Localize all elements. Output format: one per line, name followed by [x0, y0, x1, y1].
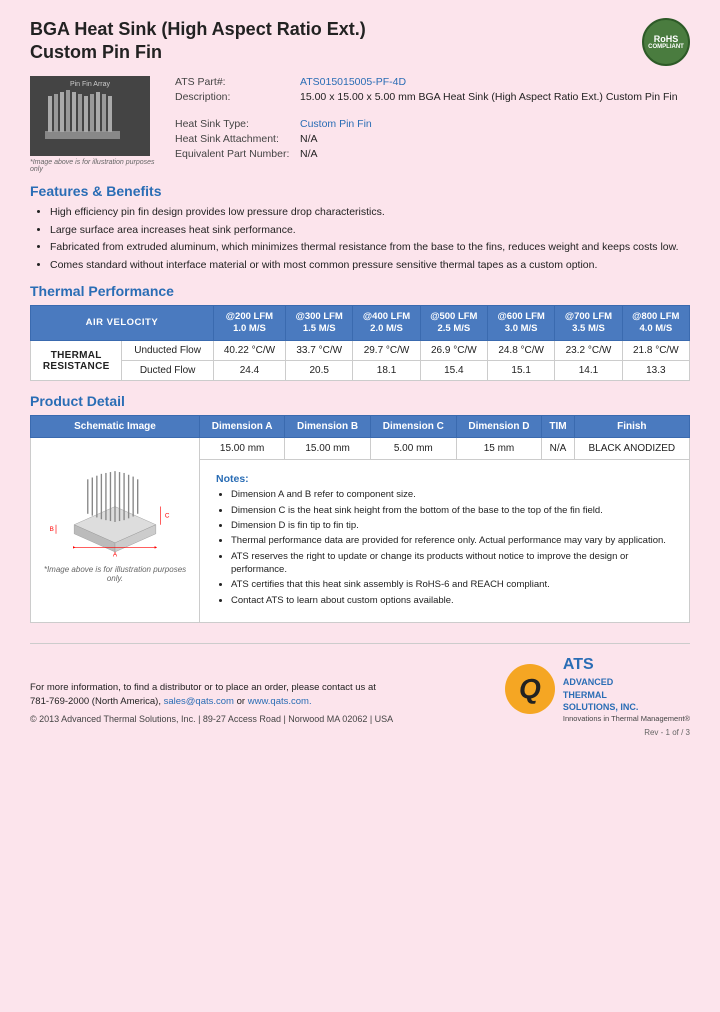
note-1: Dimension A and B refer to component siz…: [231, 488, 673, 501]
part-details: ATS Part#: ATS015015005-PF-4D Descriptio…: [175, 76, 690, 173]
ducted-800: 13.3: [622, 361, 689, 381]
footer-website-link[interactable]: www.qats.com.: [248, 696, 312, 707]
col-300lfm: @300 LFM1.5 M/S: [286, 305, 353, 341]
svg-text:B: B: [50, 526, 54, 533]
equivalent-part-row: Equivalent Part Number: N/A: [175, 148, 690, 160]
unducted-300: 33.7 °C/W: [286, 341, 353, 361]
thermal-performance-title: Thermal Performance: [30, 283, 690, 299]
rohs-badge: RoHS COMPLIANT: [642, 18, 690, 66]
product-detail-title: Product Detail: [30, 393, 690, 409]
ducted-600: 15.1: [488, 361, 555, 381]
unducted-row: THERMALRESISTANCE Unducted Flow 40.22 °C…: [31, 341, 690, 361]
col-600lfm: @600 LFM3.0 M/S: [488, 305, 555, 341]
features-title: Features & Benefits: [30, 183, 690, 199]
note-7: Contact ATS to learn about custom option…: [231, 594, 673, 607]
page-number: Rev - 1 of / 3: [30, 728, 690, 737]
unducted-600: 24.8 °C/W: [488, 341, 555, 361]
ats-logo-circle: Q: [505, 664, 555, 714]
unducted-800: 21.8 °C/W: [622, 341, 689, 361]
page-title: BGA Heat Sink (High Aspect Ratio Ext.) C…: [30, 18, 366, 65]
col-800lfm: @800 LFM4.0 M/S: [622, 305, 689, 341]
feature-item-2: Large surface area increases heat sink p…: [50, 223, 690, 238]
ducted-row: Ducted Flow 24.4 20.5 18.1 15.4 15.1 14.…: [31, 361, 690, 381]
notes-section: Notes: Dimension A and B refer to compon…: [208, 468, 681, 613]
tim-value: N/A: [542, 438, 574, 460]
col-finish: Finish: [574, 416, 689, 438]
notes-list: Dimension A and B refer to component siz…: [216, 488, 673, 606]
unducted-500: 26.9 °C/W: [420, 341, 487, 361]
svg-text:C: C: [165, 513, 170, 520]
col-dim-d: Dimension D: [456, 416, 542, 438]
col-schematic: Schematic Image: [31, 416, 200, 438]
air-velocity-label: AIR VELOCITY: [31, 305, 214, 341]
feature-item-4: Comes standard without interface materia…: [50, 258, 690, 273]
col-dim-b: Dimension B: [285, 416, 371, 438]
footer-email-link[interactable]: sales@qats.com: [164, 696, 234, 707]
footer-copyright: © 2013 Advanced Thermal Solutions, Inc. …: [30, 714, 393, 724]
ducted-400: 18.1: [353, 361, 420, 381]
ats-text-block: ATS ADVANCED THERMAL SOLUTIONS, INC. Inn…: [563, 654, 690, 725]
heatsink-illustration: Pin Fin Array: [30, 76, 150, 156]
note-2: Dimension C is the heat sink height from…: [231, 504, 673, 517]
note-6: ATS certifies that this heat sink assemb…: [231, 578, 673, 591]
ats-logo-area: Q ATS ADVANCED THERMAL SOLUTIONS, INC. I…: [505, 654, 690, 725]
svg-text:Pin Fin Array: Pin Fin Array: [70, 81, 111, 88]
col-dim-a: Dimension A: [200, 416, 285, 438]
feature-item-3: Fabricated from extruded aluminum, which…: [50, 240, 690, 255]
part-number-row: ATS Part#: ATS015015005-PF-4D: [175, 76, 690, 88]
description-row: Description: 15.00 x 15.00 x 5.00 mm BGA…: [175, 91, 690, 103]
unducted-400: 29.7 °C/W: [353, 341, 420, 361]
dim-d-value: 15 mm: [456, 438, 542, 460]
product-detail-data-row: A C B *Image above is for illustration p…: [31, 438, 690, 460]
header-area: BGA Heat Sink (High Aspect Ratio Ext.) C…: [30, 18, 690, 66]
ducted-200: 24.4: [213, 361, 285, 381]
heat-sink-type-row: Heat Sink Type: Custom Pin Fin: [175, 118, 690, 130]
thermal-performance-table: AIR VELOCITY @200 LFM1.0 M/S @300 LFM1.5…: [30, 305, 690, 382]
col-500lfm: @500 LFM2.5 M/S: [420, 305, 487, 341]
dim-b-value: 15.00 mm: [285, 438, 371, 460]
ducted-label: Ducted Flow: [122, 361, 213, 381]
footer-area: For more information, to find a distribu…: [30, 643, 690, 725]
col-700lfm: @700 LFM3.5 M/S: [555, 305, 622, 341]
footer-left: For more information, to find a distribu…: [30, 681, 393, 725]
note-3: Dimension D is fin tip to fin tip.: [231, 519, 673, 532]
product-image: Pin Fin Array: [30, 76, 150, 156]
unducted-label: Unducted Flow: [122, 341, 213, 361]
ducted-500: 15.4: [420, 361, 487, 381]
product-detail-header-row: Schematic Image Dimension A Dimension B …: [31, 416, 690, 438]
footer-contact: For more information, to find a distribu…: [30, 681, 393, 710]
finish-value: BLACK ANODIZED: [574, 438, 689, 460]
schematic-svg: A C B: [40, 443, 190, 561]
product-image-area: Pin Fin Array *Image above is for illust…: [30, 76, 160, 173]
product-detail-table: Schematic Image Dimension A Dimension B …: [30, 415, 690, 622]
part-info-section: Pin Fin Array *Image above is for illust…: [30, 76, 690, 173]
feature-item-1: High efficiency pin fin design provides …: [50, 205, 690, 220]
dim-a-value: 15.00 mm: [200, 438, 285, 460]
ducted-700: 14.1: [555, 361, 622, 381]
thermal-resistance-label: THERMALRESISTANCE: [31, 341, 122, 381]
schematic-image-cell: A C B *Image above is for illustration p…: [31, 438, 200, 622]
note-5: ATS reserves the right to update or chan…: [231, 550, 673, 577]
col-dim-c: Dimension C: [370, 416, 456, 438]
unducted-700: 23.2 °C/W: [555, 341, 622, 361]
page: BGA Heat Sink (High Aspect Ratio Ext.) C…: [0, 0, 720, 1012]
dim-c-value: 5.00 mm: [370, 438, 456, 460]
note-4: Thermal performance data are provided fo…: [231, 534, 673, 547]
schematic-caption: *Image above is for illustration purpose…: [35, 565, 195, 583]
features-list: High efficiency pin fin design provides …: [30, 205, 690, 273]
col-200lfm: @200 LFM1.0 M/S: [213, 305, 285, 341]
heat-sink-attachment-row: Heat Sink Attachment: N/A: [175, 133, 690, 145]
notes-title: Notes:: [216, 473, 673, 485]
image-caption-top: *Image above is for illustration purpose…: [30, 159, 160, 173]
title-block: BGA Heat Sink (High Aspect Ratio Ext.) C…: [30, 18, 366, 65]
col-tim: TIM: [542, 416, 574, 438]
thermal-header-row: AIR VELOCITY @200 LFM1.0 M/S @300 LFM1.5…: [31, 305, 690, 341]
notes-cell: Notes: Dimension A and B refer to compon…: [200, 460, 690, 622]
ducted-300: 20.5: [286, 361, 353, 381]
schematic-image-box: A C B *Image above is for illustration p…: [35, 443, 195, 583]
unducted-200: 40.22 °C/W: [213, 341, 285, 361]
col-400lfm: @400 LFM2.0 M/S: [353, 305, 420, 341]
